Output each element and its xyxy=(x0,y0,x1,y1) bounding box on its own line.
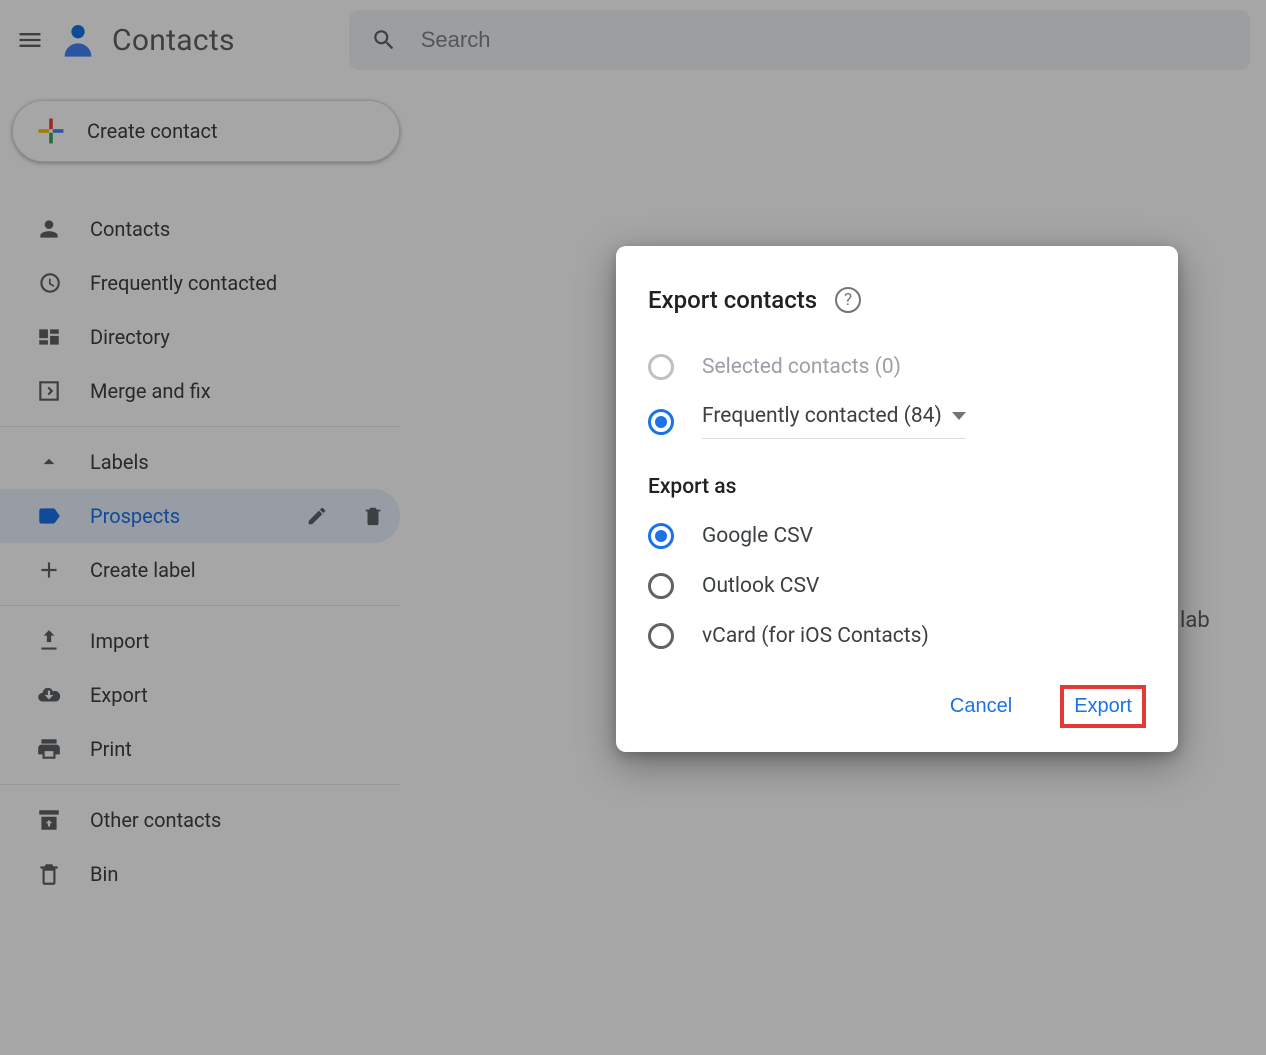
format-radio-group: Google CSV Outlook CSV vCard (for iOS Co… xyxy=(648,523,1146,649)
nav-label: Create label xyxy=(90,558,384,582)
radio-vcard[interactable]: vCard (for iOS Contacts) xyxy=(648,623,1146,649)
create-contact-button[interactable]: Create contact xyxy=(12,100,400,162)
divider xyxy=(0,784,400,785)
print-icon xyxy=(36,736,62,762)
help-icon[interactable]: ? xyxy=(835,287,861,313)
radio-label: vCard (for iOS Contacts) xyxy=(702,624,929,648)
radio-label: Outlook CSV xyxy=(702,574,819,598)
person-icon xyxy=(36,216,62,242)
hamburger-menu-icon[interactable] xyxy=(16,26,44,54)
search-icon xyxy=(371,27,397,53)
nav-other-contacts[interactable]: Other contacts xyxy=(0,793,400,847)
dropdown-value: Frequently contacted (84) xyxy=(702,404,942,428)
chevron-up-icon xyxy=(36,449,62,475)
dialog-title-row: Export contacts ? xyxy=(648,286,1146,314)
radio-icon xyxy=(648,523,674,549)
radio-selected-contacts: Selected contacts (0) xyxy=(648,354,1146,380)
nav-label: Prospects xyxy=(90,504,272,528)
nav-create-label[interactable]: Create label xyxy=(0,543,400,597)
nav-label: Print xyxy=(90,737,384,761)
cancel-button[interactable]: Cancel xyxy=(938,687,1024,726)
nav-label: Other contacts xyxy=(90,808,384,832)
radio-label: Selected contacts (0) xyxy=(702,355,901,379)
header: Contacts xyxy=(0,0,1266,80)
contacts-logo-icon xyxy=(58,20,98,60)
export-button[interactable]: Export xyxy=(1060,685,1146,728)
nav-label: Export xyxy=(90,683,384,707)
background-partial-text: lab xyxy=(1180,608,1210,633)
upload-icon xyxy=(36,628,62,654)
nav-export[interactable]: Export xyxy=(0,668,400,722)
nav-frequently-contacted[interactable]: Frequently contacted xyxy=(0,256,400,310)
radio-source-dropdown[interactable]: Frequently contacted (84) xyxy=(648,404,1146,439)
archive-icon xyxy=(36,807,62,833)
radio-icon xyxy=(648,573,674,599)
app-title: Contacts xyxy=(112,23,235,58)
nav-label: Bin xyxy=(90,862,384,886)
nav-list: Contacts Frequently contacted Directory … xyxy=(0,202,400,901)
radio-outlook-csv[interactable]: Outlook CSV xyxy=(648,573,1146,599)
search-input[interactable] xyxy=(421,27,1228,53)
trash-icon[interactable] xyxy=(362,505,384,527)
plus-thin-icon xyxy=(36,557,62,583)
nav-label-prospects[interactable]: Prospects xyxy=(0,489,400,543)
export-as-heading: Export as xyxy=(648,475,1146,499)
app-root: Contacts Create contact xyxy=(0,0,1266,1055)
sidebar: Create contact Contacts Frequently conta… xyxy=(0,100,400,901)
pencil-icon[interactable] xyxy=(306,505,328,527)
nav-bin[interactable]: Bin xyxy=(0,847,400,901)
app-logo[interactable]: Contacts xyxy=(58,20,235,60)
nav-merge-fix[interactable]: Merge and fix xyxy=(0,364,400,418)
nav-label: Labels xyxy=(90,450,384,474)
nav-label: Import xyxy=(90,629,384,653)
nav-directory[interactable]: Directory xyxy=(0,310,400,364)
dialog-actions: Cancel Export xyxy=(648,685,1146,728)
divider xyxy=(0,605,400,606)
caret-down-icon xyxy=(952,412,966,420)
export-contacts-dialog: Export contacts ? Selected contacts (0) … xyxy=(616,246,1178,752)
radio-icon xyxy=(648,623,674,649)
search-bar[interactable] xyxy=(349,10,1250,70)
nav-print[interactable]: Print xyxy=(0,722,400,776)
create-contact-label: Create contact xyxy=(87,119,218,143)
radio-icon xyxy=(648,354,674,380)
source-radio-group: Selected contacts (0) Frequently contact… xyxy=(648,354,1146,439)
directory-icon xyxy=(36,324,62,350)
nav-label: Merge and fix xyxy=(90,379,384,403)
nav-label: Frequently contacted xyxy=(90,271,384,295)
nav-contacts[interactable]: Contacts xyxy=(0,202,400,256)
source-dropdown[interactable]: Frequently contacted (84) xyxy=(702,404,966,439)
radio-google-csv[interactable]: Google CSV xyxy=(648,523,1146,549)
cloud-download-icon xyxy=(36,682,62,708)
bin-icon xyxy=(36,861,62,887)
nav-labels-header[interactable]: Labels xyxy=(0,435,400,489)
label-icon xyxy=(36,503,62,529)
divider xyxy=(0,426,400,427)
plus-icon xyxy=(35,115,67,147)
radio-label: Google CSV xyxy=(702,524,813,548)
dialog-title: Export contacts xyxy=(648,286,817,314)
history-icon xyxy=(36,270,62,296)
nav-label: Contacts xyxy=(90,217,384,241)
nav-import[interactable]: Import xyxy=(0,614,400,668)
merge-icon xyxy=(36,378,62,404)
radio-icon xyxy=(648,409,674,435)
nav-label: Directory xyxy=(90,325,384,349)
